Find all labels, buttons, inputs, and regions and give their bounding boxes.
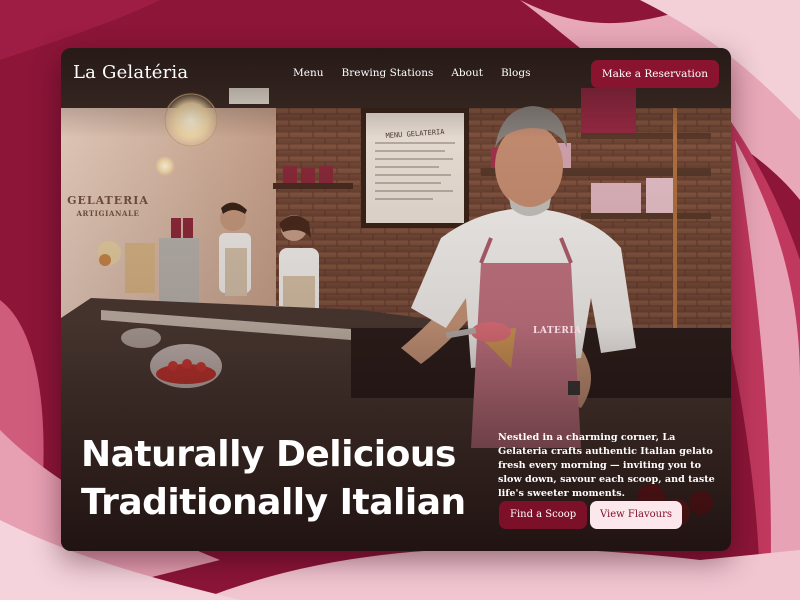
top-nav: La Gelatéria Menu Brewing Stations About…: [61, 48, 731, 100]
brand-logo[interactable]: La Gelatéria: [73, 62, 188, 83]
headline-line-2: Traditionally Italian: [81, 482, 466, 523]
wall-sign-title: GELATERIA: [67, 194, 149, 207]
find-a-scoop-button[interactable]: Find a Scoop: [499, 501, 588, 529]
hero-headline: Naturally Delicious Traditionally Italia…: [81, 431, 466, 527]
nav-link-blogs[interactable]: Blogs: [501, 67, 531, 79]
apron-logo: LATERIA: [533, 326, 582, 336]
hero-blurb: Nestled in a charming corner, La Gelater…: [498, 432, 715, 499]
nav-links: Menu Brewing Stations About Blogs: [293, 67, 548, 79]
wall-sign: GELATERIA ARTIGIANALE: [63, 194, 153, 218]
nav-link-brewing-stations[interactable]: Brewing Stations: [342, 67, 434, 79]
view-flavours-button[interactable]: View Flavours: [590, 501, 683, 529]
wall-sign-subtitle: ARTIGIANALE: [76, 209, 140, 218]
nav-link-menu[interactable]: Menu: [293, 67, 324, 79]
nav-link-about[interactable]: About: [451, 67, 483, 79]
headline-line-1: Naturally Delicious: [81, 434, 456, 475]
hero-card: GELATERIA ARTIGIANALE MENU GELATERIA LAT…: [61, 48, 731, 551]
make-reservation-button[interactable]: Make a Reservation: [590, 60, 719, 88]
